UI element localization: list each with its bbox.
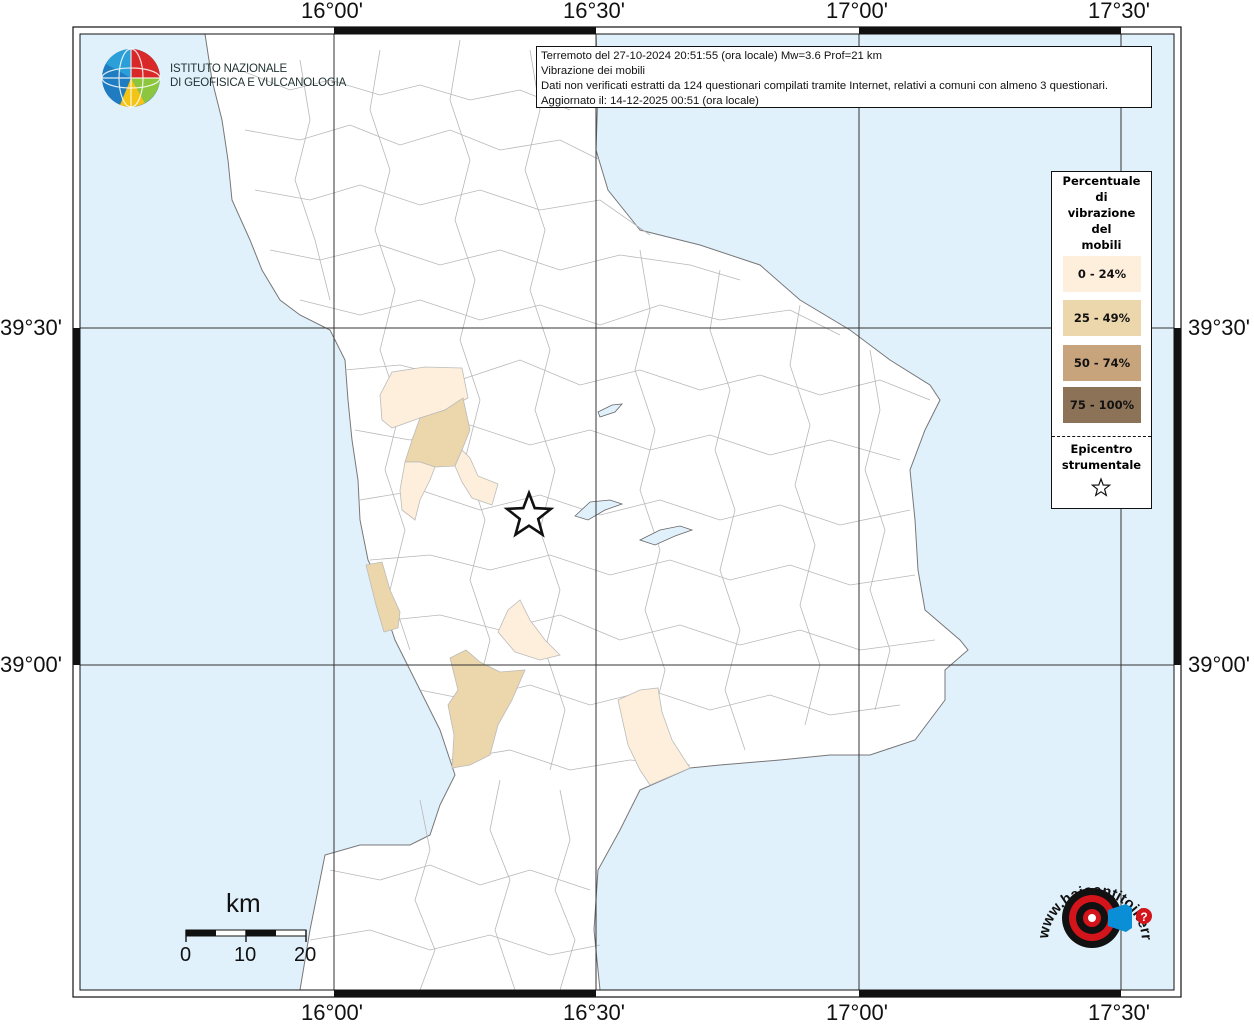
legend-title-line-5: mobili <box>1081 238 1122 252</box>
lon-label-bottom-4: 17°30' <box>1088 1000 1150 1025</box>
legend-swatch-75-100: 75 - 100% <box>1063 387 1141 423</box>
legend-epicenter-line-1: Epicentro <box>1070 442 1133 456</box>
data-note: Dati non verificati estratti da 124 ques… <box>541 80 1109 92</box>
lon-label-bottom-2: 16°30' <box>563 1000 625 1025</box>
lon-label-bottom-3: 17°00' <box>826 1000 888 1025</box>
star-outline-icon <box>1090 477 1112 497</box>
lat-label-left-1: 39°30' <box>0 315 62 340</box>
legend-swatch-25-49: 25 - 49% <box>1063 300 1141 336</box>
lon-label-top-3: 17°00' <box>826 0 888 23</box>
scale-tick-10: 10 <box>234 944 257 966</box>
lon-label-bottom-1: 16°00' <box>301 1000 363 1025</box>
map-subject: Vibrazione dei mobili <box>541 65 646 77</box>
legend-title: Percentuale di vibrazione del mobili <box>1052 172 1151 253</box>
lon-label-top-4: 17°30' <box>1088 0 1150 23</box>
legend-title-line-3: vibrazione <box>1067 206 1136 220</box>
event-title: Terremoto del 27-10-2024 20:51:55 (ora l… <box>541 50 882 62</box>
ingv-globe-icon <box>101 48 161 108</box>
legend-title-line-4: del <box>1091 222 1112 236</box>
legend-title-line-1: Percentuale <box>1062 174 1141 188</box>
scale-unit: km <box>226 888 261 918</box>
ingv-logo-text: ISTITUTO NAZIONALE DI GEOFISICA E VULCAN… <box>170 62 346 90</box>
legend-epicenter-label: Epicentro strumentale <box>1052 441 1151 473</box>
legend: Percentuale di vibrazione del mobili 0 -… <box>1051 171 1152 509</box>
haisentito-target-icon[interactable]: www.haisentitoilterremoto.it ? <box>1030 860 1160 980</box>
lat-label-right-2: 39°00' <box>1188 652 1250 677</box>
legend-epicenter-line-2: strumentale <box>1061 458 1142 472</box>
legend-title-line-2: di <box>1095 190 1108 204</box>
updated-timestamp: Aggiornato il: 14-12-2025 00:51 (ora loc… <box>541 95 759 107</box>
ingv-logo-line-2: DI GEOFISICA E VULCANOLOGIA <box>170 77 347 89</box>
lon-label-top-1: 16°00' <box>301 0 363 23</box>
scale-tick-20: 20 <box>294 944 317 966</box>
scale-bar: km 0 10 20 <box>180 888 320 978</box>
legend-separator <box>1052 436 1151 437</box>
legend-swatch-0-24: 0 - 24% <box>1063 256 1141 292</box>
ingv-logo-line-1: ISTITUTO NAZIONALE <box>170 63 287 75</box>
svg-text:?: ? <box>1140 910 1147 924</box>
lat-label-left-2: 39°00' <box>0 652 62 677</box>
lat-label-right-1: 39°30' <box>1188 315 1250 340</box>
event-info-box: Terremoto del 27-10-2024 20:51:55 (ora l… <box>536 46 1152 108</box>
scale-tick-0: 0 <box>180 944 192 966</box>
lon-label-top-2: 16°30' <box>563 0 625 23</box>
legend-swatch-50-74: 50 - 74% <box>1063 345 1141 381</box>
